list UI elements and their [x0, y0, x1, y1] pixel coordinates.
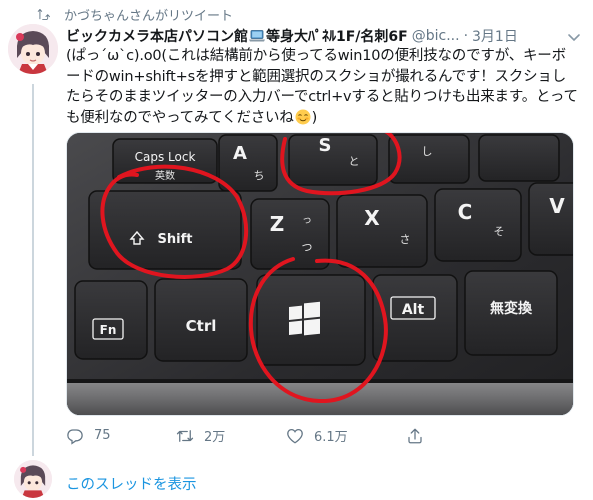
- key-z-kana2: つ: [302, 241, 313, 254]
- author-name-part2: 等身大ﾊﾟﾈﾙ1F/名刺6F: [266, 29, 408, 45]
- key-z-label: Z: [270, 212, 285, 236]
- like-count: 6.1万: [314, 430, 348, 445]
- key-d-kana: し: [422, 145, 433, 158]
- tweet-actions: 75 2万 6.1万: [66, 426, 506, 445]
- key-windows: [256, 274, 366, 366]
- smiling-face-emoji-icon: [295, 109, 311, 124]
- key-muhenkan-label: 無変換: [490, 300, 533, 317]
- key-x: X さ: [336, 194, 428, 268]
- reply-icon: [67, 428, 83, 445]
- key-fn-label: Fn: [100, 323, 117, 337]
- retweet-label: かづちゃんさんがリツイート: [64, 8, 234, 24]
- key-muhenkan: 無変換: [464, 270, 558, 356]
- retweet-count: 2万: [204, 430, 226, 445]
- share-icon: [408, 428, 422, 443]
- key-alt-label: Alt: [402, 302, 425, 318]
- like-button[interactable]: 6.1万: [286, 426, 396, 445]
- key-s-label: S: [319, 135, 332, 156]
- share-button[interactable]: [406, 427, 424, 445]
- key-s-kana: と: [349, 155, 360, 168]
- tweet-text: (ぱっ´ω`c).o0(これは結構前から使ってるwin10の便利技なのですが、キ…: [66, 46, 580, 128]
- key-a-label: A: [233, 143, 247, 164]
- key-c-kana: そ: [494, 225, 505, 238]
- author-name-part1: ビックカメラ本店パソコン館: [66, 29, 248, 45]
- retweet-icon: [37, 9, 50, 21]
- key-x-kana: さ: [400, 233, 411, 246]
- author-handle[interactable]: @bic...: [412, 28, 460, 44]
- thread-avatar[interactable]: [14, 460, 52, 498]
- reply-button[interactable]: 75: [66, 427, 176, 445]
- thread-connector: [32, 84, 34, 456]
- author-avatar[interactable]: [8, 24, 58, 74]
- key-x-label: X: [364, 206, 380, 230]
- separator-dot: ·: [463, 28, 469, 44]
- reply-count: 75: [94, 428, 111, 443]
- tweet-media-image[interactable]: Caps Lock 英数 A ち S と し Shift Z っ つ X さ C…: [66, 132, 574, 416]
- key-c-label: C: [458, 200, 473, 224]
- key-a-kana: ち: [254, 169, 265, 182]
- key-v-label: V: [549, 194, 565, 218]
- retweet-button[interactable]: 2万: [176, 426, 286, 445]
- heart-icon: [287, 428, 303, 444]
- retweet-action-icon: [176, 429, 194, 442]
- key-s: S と: [288, 134, 378, 186]
- key-f: [478, 134, 560, 182]
- tweet-header: ビックカメラ本店パソコン館 等身大ﾊﾟﾈﾙ1F/名刺6F @bic... · 3月…: [66, 26, 579, 46]
- author-name[interactable]: ビックカメラ本店パソコン館 等身大ﾊﾟﾈﾙ1F/名刺6F: [66, 26, 408, 46]
- chevron-down-icon[interactable]: [567, 30, 581, 44]
- key-c: C そ: [434, 188, 522, 262]
- key-fn: Fn: [74, 280, 148, 360]
- key-eisu-label: 英数: [155, 169, 175, 182]
- key-z-kana1: っ: [302, 215, 312, 226]
- laptop-emoji-icon: [249, 30, 265, 42]
- key-ctrl-label: Ctrl: [186, 317, 217, 335]
- key-shift-label: Shift: [158, 232, 193, 247]
- key-shift: Shift: [88, 190, 242, 270]
- tweet-date[interactable]: 3月1日: [472, 26, 518, 46]
- retweet-context[interactable]: かづちゃんさんがリツイート: [36, 4, 233, 24]
- key-a: A ち: [218, 134, 278, 192]
- tweet-body-end: ): [311, 109, 318, 126]
- show-thread-link[interactable]: このスレッドを表示: [66, 473, 197, 494]
- key-ctrl: Ctrl: [154, 278, 248, 362]
- key-capslock-label: Caps Lock: [135, 150, 196, 164]
- key-v: V: [528, 182, 573, 256]
- tweet-body: (ぱっ´ω`c).o0(これは結構前から使ってるwin10の便利技なのですが、キ…: [66, 48, 578, 126]
